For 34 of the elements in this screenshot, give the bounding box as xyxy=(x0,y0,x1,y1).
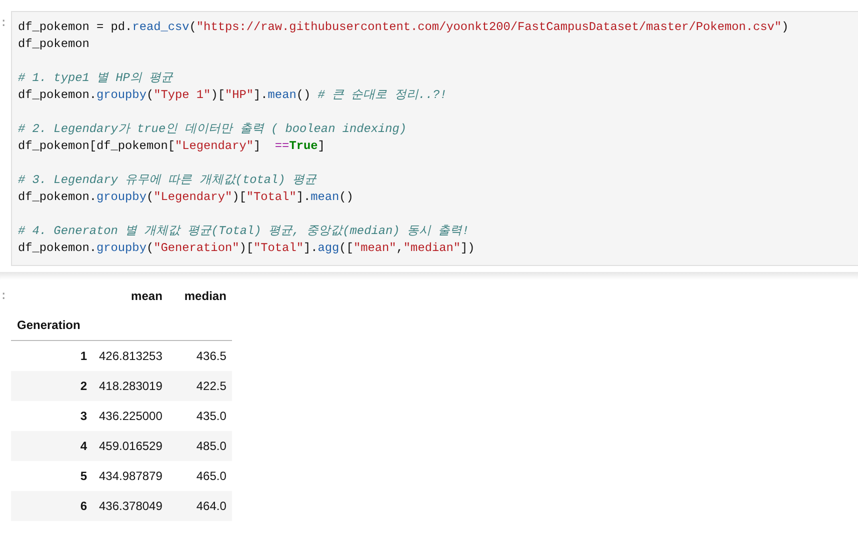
table-cell: 422.5 xyxy=(196,379,226,393)
table-cell: 459.016529 xyxy=(99,439,162,453)
table-cell: 485.0 xyxy=(196,439,226,453)
cell-prompt: : xyxy=(0,14,8,31)
column-header: median xyxy=(184,289,226,303)
row-index: 1 xyxy=(80,349,87,363)
code-line: df_pokemon xyxy=(18,37,90,51)
code-line: # 2. Legendary가 true인 데이터만 출력 ( boolean indexing) xyxy=(18,122,407,136)
code-line: # 3. Legendary 유무에 따른 개체값(total) 평균 xyxy=(18,173,316,187)
code-line: df_pokemon.groupby("Type 1")["HP"].mean() # 큰 순대로 정리..?! xyxy=(18,88,447,102)
output-prompt: : xyxy=(0,287,8,304)
row-index: 2 xyxy=(80,379,87,393)
table-cell: 436.378049 xyxy=(99,499,162,513)
code-line: # 4. Generaton 별 개체값 평균(Total) 평균, 중앙값(median) 동시 출력! xyxy=(18,224,470,238)
table-cell: 436.225000 xyxy=(99,409,162,423)
row-index: 3 xyxy=(80,409,87,423)
table-cell: 436.5 xyxy=(196,349,226,363)
code-input-area[interactable] xyxy=(11,11,858,266)
row-index: 5 xyxy=(80,469,87,483)
code-line: df_pokemon = pd.read_csv("https://raw.githubusercontent.com/yoonkt200/FastCampusDataset/master/Pokemon.csv") xyxy=(18,20,789,34)
table-cell: 435.0 xyxy=(196,409,226,423)
table-cell: 426.813253 xyxy=(99,349,162,363)
index-name: Generation xyxy=(17,318,80,332)
row-index: 4 xyxy=(80,439,87,453)
code-line: df_pokemon[df_pokemon["Legendary"] ==True] xyxy=(18,139,325,153)
table-cell: 465.0 xyxy=(196,469,226,483)
code-line: df_pokemon.groupby("Generation")["Total"].agg(["mean","median"]) xyxy=(18,241,475,255)
row-index: 6 xyxy=(80,499,87,513)
table-cell: 434.987879 xyxy=(99,469,162,483)
code-line: df_pokemon.groupby("Legendary")["Total"].mean() xyxy=(18,190,354,204)
table-cell: 418.283019 xyxy=(99,379,162,393)
column-header: mean xyxy=(131,289,162,303)
code-line: # 1. type1 별 HP의 평균 xyxy=(18,71,174,85)
table-cell: 464.0 xyxy=(196,499,226,513)
